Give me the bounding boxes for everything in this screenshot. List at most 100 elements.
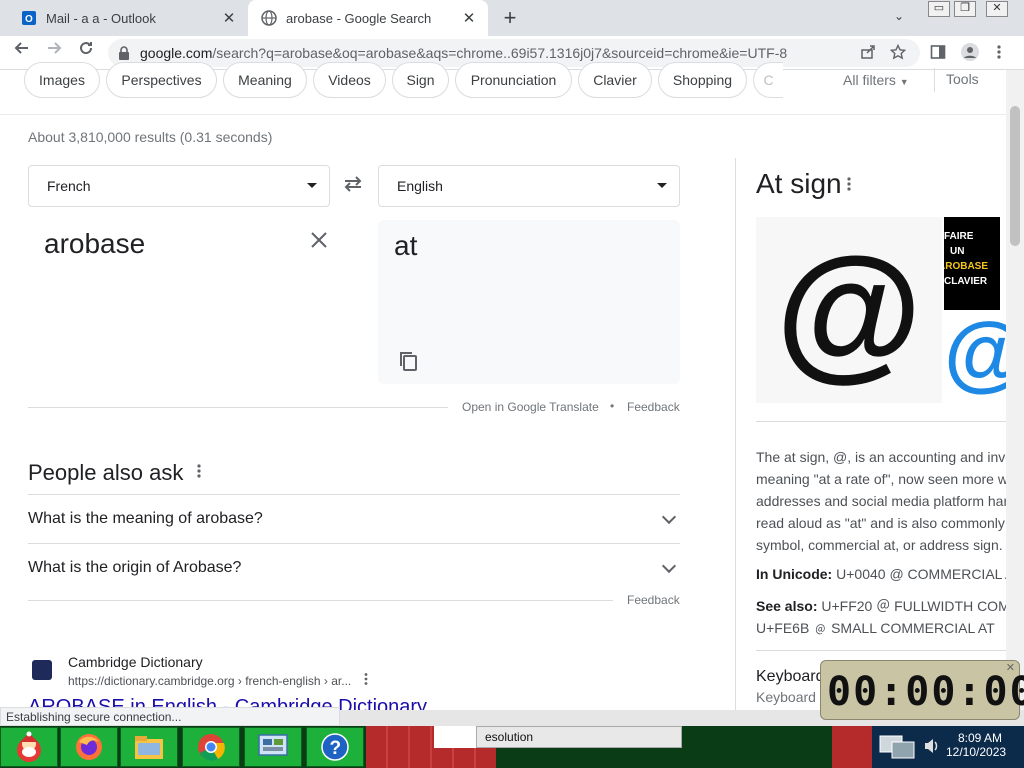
tools-button[interactable]: Tools (946, 71, 979, 87)
source-language-select[interactable]: French (28, 165, 330, 207)
close-window-button[interactable]: ✕ (986, 1, 1008, 17)
chip-clavier[interactable]: Clavier (578, 62, 652, 98)
fact-value: U+0040 @ COMMERCIAL A (836, 566, 1015, 582)
fact-value: U+FE6B ﹫ SMALL COMMERCIAL AT (756, 620, 995, 636)
faire-arobase-image[interactable]: FAIRE UN AROBASE CLAVIER (944, 217, 1000, 310)
result-options-icon[interactable] (363, 672, 369, 689)
image-caption-line: CLAVIER (944, 276, 988, 287)
all-filters-button[interactable]: All filters ▼ (843, 72, 909, 88)
keyboard-section-title: Keyboard (756, 668, 825, 685)
at-sign-image[interactable]: @ (756, 217, 942, 403)
clock-time[interactable]: 8:09 AM (958, 731, 1002, 745)
tab-title: Mail - a a - Outlook (46, 10, 156, 26)
unicode-fact: In Unicode: U+0040 @ COMMERCIAL A (756, 566, 1014, 582)
chip-perspectives[interactable]: Perspectives (106, 62, 217, 98)
source-text-input[interactable]: arobase (44, 228, 145, 260)
open-in-google-translate-link[interactable]: Open in Google Translate (462, 400, 599, 414)
target-language-select[interactable]: English (378, 165, 680, 207)
description-line: symbol, commercial at, or address sign. (756, 537, 1003, 553)
image-caption-line: FAIRE (944, 231, 974, 242)
vertical-scrollbar[interactable] (1006, 70, 1024, 710)
taskbar-window-button[interactable]: esolution (476, 726, 682, 748)
paa-feedback-link[interactable]: Feedback (627, 593, 680, 607)
swap-languages-icon[interactable] (342, 174, 364, 200)
url-host: google.com (140, 45, 213, 61)
new-tab-button[interactable]: + (498, 5, 522, 31)
tab-search-icon[interactable]: ⌄ (894, 9, 904, 23)
see-also-fact: See also: U+FF20 ＠ FULLWIDTH COM U+FE6B … (756, 595, 1006, 639)
chip-overflow[interactable]: C (753, 62, 783, 98)
target-language-label: English (397, 178, 443, 194)
clear-icon[interactable] (310, 228, 328, 256)
image-caption-line: AROBASE (944, 261, 989, 272)
chip-pronunciation[interactable]: Pronunciation (455, 62, 572, 98)
divider (28, 407, 448, 408)
copy-icon[interactable] (398, 350, 418, 372)
globe-icon (260, 9, 278, 27)
more-options-icon[interactable] (846, 176, 852, 197)
translate-feedback-link[interactable]: Feedback (627, 400, 680, 414)
chevron-down-icon (661, 558, 677, 574)
result-url[interactable]: https://dictionary.cambridge.org › frenc… (68, 674, 351, 688)
svg-text:O: O (25, 14, 33, 25)
divider (0, 114, 1006, 115)
description-line: meaning "at a rate of", now seen more w (756, 471, 1006, 487)
paa-question[interactable]: What is the origin of Arobase? (28, 543, 680, 592)
lock-icon[interactable] (118, 46, 130, 60)
timer-widget[interactable]: 00:00:00 ✕ (820, 660, 1024, 720)
scrollbar-thumb[interactable] (1010, 106, 1020, 246)
all-filters-label: All filters (843, 72, 896, 88)
chip-images[interactable]: Images (24, 62, 100, 98)
network-icon[interactable] (878, 734, 918, 760)
reload-icon[interactable] (74, 40, 98, 61)
svg-text:?: ? (330, 738, 342, 759)
taskbar-decoration (832, 726, 872, 768)
close-icon[interactable]: ✕ (1006, 661, 1015, 674)
taskbar: ? esolution (0, 726, 1024, 768)
control-panel-icon[interactable] (244, 727, 302, 767)
maximize-button[interactable]: ❐ (954, 1, 976, 17)
chrome-icon[interactable] (182, 727, 240, 767)
divider (934, 68, 935, 92)
kebab-menu-icon[interactable] (996, 44, 1002, 64)
tab-outlook[interactable]: O Mail - a a - Outlook ✕ (8, 0, 248, 36)
dropdown-caret-icon (657, 183, 667, 188)
back-icon[interactable] (10, 40, 34, 61)
chip-shopping[interactable]: Shopping (658, 62, 747, 98)
tab-close-icon[interactable]: ✕ (458, 9, 480, 27)
taskbar-blank-button[interactable] (434, 726, 476, 748)
clock-date[interactable]: 12/10/2023 (946, 745, 1006, 759)
more-options-icon[interactable] (196, 463, 202, 484)
cambridge-favicon-icon (32, 660, 52, 680)
blue-at-sign-image[interactable]: @ (944, 312, 1006, 403)
url-text: google.com/search?q=arobase&oq=arobase&a… (140, 45, 787, 61)
forward-icon[interactable] (42, 40, 66, 61)
chip-sign[interactable]: Sign (392, 62, 449, 98)
chevron-down-icon (661, 509, 677, 525)
paa-question-label: What is the meaning of arobase? (28, 510, 263, 527)
minimize-button[interactable]: ▭ (928, 1, 950, 17)
divider (756, 650, 1006, 651)
fact-label: See also: (756, 598, 818, 614)
paa-question-label: What is the origin of Arobase? (28, 559, 242, 576)
side-panel-icon[interactable] (930, 44, 946, 64)
file-explorer-icon[interactable] (120, 727, 178, 767)
dropdown-caret-icon (307, 183, 317, 188)
tab-google-search[interactable]: arobase - Google Search ✕ (248, 0, 488, 36)
volume-icon[interactable] (924, 738, 938, 754)
firefox-icon[interactable] (60, 727, 118, 767)
paa-question[interactable]: What is the meaning of arobase? (28, 494, 680, 543)
start-button[interactable] (0, 727, 58, 767)
bookmark-star-icon[interactable] (889, 43, 907, 64)
chip-videos[interactable]: Videos (313, 62, 386, 98)
share-icon[interactable] (860, 44, 876, 64)
image-caption-line: UN (950, 246, 965, 257)
result-site-name[interactable]: Cambridge Dictionary (68, 654, 203, 670)
knowledge-panel-description: The at sign, @, is an accounting and inv… (756, 446, 1006, 556)
translation-output: at (378, 220, 680, 384)
chip-meaning[interactable]: Meaning (223, 62, 307, 98)
help-icon[interactable]: ? (306, 727, 364, 767)
tab-close-icon[interactable]: ✕ (218, 9, 240, 27)
knowledge-panel-title: At sign (756, 168, 842, 199)
tab-title: arobase - Google Search (286, 10, 432, 26)
